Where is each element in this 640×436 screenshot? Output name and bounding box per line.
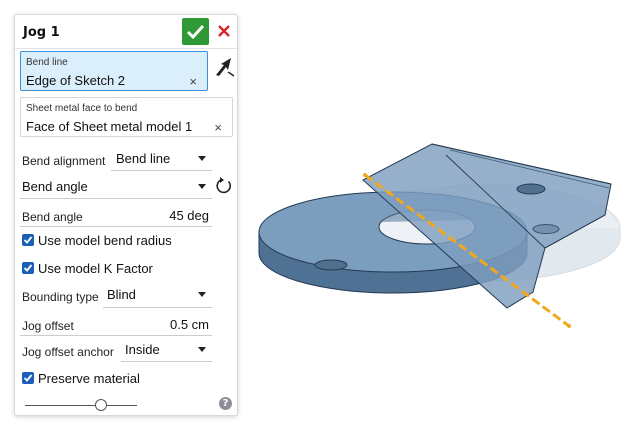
small-hole [314,259,348,271]
divider [121,361,212,362]
jog-offset-anchor-label: Jog offset anchor [22,345,114,359]
select-arrow-icon[interactable] [212,55,236,79]
use-model-bend-radius-checkbox[interactable] [22,234,34,246]
chevron-down-icon [198,184,206,189]
divider [20,335,212,336]
face-to-bend-label: Sheet metal face to bend [26,103,138,114]
flip-direction-icon[interactable] [214,176,234,196]
model-viewport[interactable] [245,120,640,340]
check-icon [186,24,205,40]
bend-line-label: Bend line [26,57,68,68]
chevron-down-icon [198,292,206,297]
divider [111,170,212,171]
cancel-button[interactable] [214,20,234,42]
close-icon [218,25,230,37]
sheet-metal-part [258,143,621,328]
bounding-type-value: Blind [107,287,136,302]
dialog-title: Jog 1 [23,25,60,40]
jog-offset-input[interactable]: 0.5 cm [135,317,209,332]
divider [20,226,212,227]
bend-alignment-label: Bend alignment [22,154,106,168]
flange-hole-2 [532,224,560,234]
flange-hole [516,183,546,195]
face-to-bend-value: Face of Sheet metal model 1 [26,119,193,134]
preserve-material-checkbox[interactable] [22,372,34,384]
chevron-down-icon [198,156,206,161]
bend-angle-input[interactable]: 45 deg [135,208,209,223]
bend-line-field[interactable]: Bend line Edge of Sketch 2 × [20,51,208,91]
bend-line-clear-button[interactable]: × [189,74,197,89]
jog-offset-label: Jog offset [22,319,74,333]
help-icon[interactable]: ? [219,397,232,410]
bend-line-value: Edge of Sketch 2 [26,73,126,88]
dialog-header: Jog 1 [15,15,237,49]
preserve-material-label: Preserve material [38,371,140,386]
bend-mode-value: Bend angle [22,179,88,194]
use-model-k-factor-label: Use model K Factor [38,261,153,276]
bend-angle-label: Bend angle [22,210,83,224]
jog-offset-anchor-value: Inside [125,342,160,357]
face-to-bend-field[interactable]: Sheet metal face to bend Face of Sheet m… [20,97,233,137]
bend-line-endpoint[interactable] [567,324,571,328]
bend-line-endpoint[interactable] [363,173,367,177]
jog-feature-dialog: Jog 1 Bend line Edge of Sketch 2 × Sheet… [14,14,238,416]
face-to-bend-clear-button[interactable]: × [214,120,222,135]
chevron-down-icon [198,347,206,352]
opacity-slider-handle[interactable] [95,399,107,411]
use-model-bend-radius-label: Use model bend radius [38,233,172,248]
confirm-button[interactable] [182,18,209,45]
opacity-slider-track[interactable] [25,405,137,406]
divider [20,198,212,199]
bend-alignment-value: Bend line [116,151,171,166]
bounding-type-label: Bounding type [22,290,99,304]
divider [103,307,212,308]
use-model-k-factor-checkbox[interactable] [22,262,34,274]
